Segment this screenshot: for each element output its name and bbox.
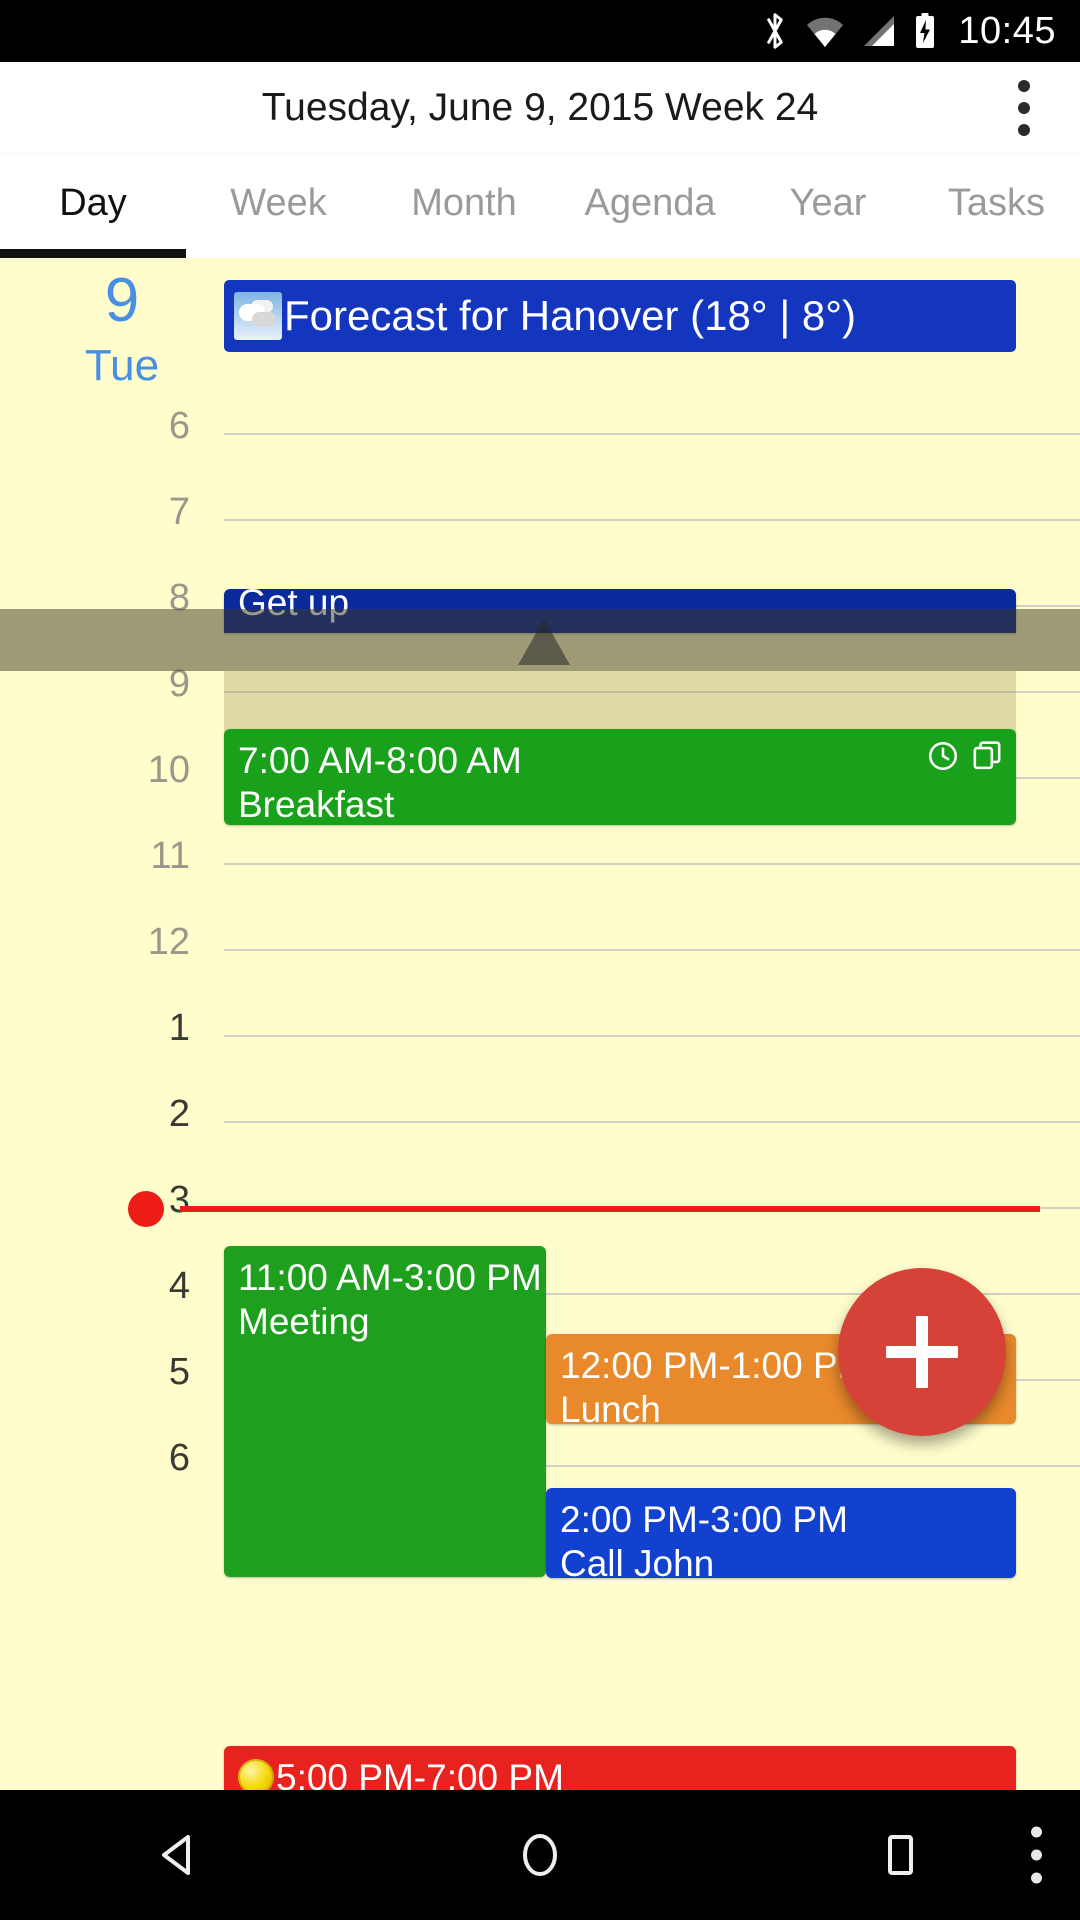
event-time: 7:00 AM-8:00 AM bbox=[238, 740, 522, 781]
hour-line bbox=[224, 691, 1080, 693]
tab-tasks[interactable]: Tasks bbox=[913, 154, 1080, 258]
cellular-signal-icon bbox=[860, 14, 898, 48]
current-time-dot bbox=[128, 1191, 164, 1227]
hour-label: 8 bbox=[168, 577, 190, 619]
hour-label: 6 bbox=[168, 1437, 190, 1479]
event-title: Get up bbox=[238, 589, 350, 623]
hour-line bbox=[224, 433, 1080, 435]
status-bar-clock: 10:45 bbox=[958, 10, 1056, 52]
medal-icon bbox=[238, 1759, 274, 1790]
hour-label: 11 bbox=[150, 835, 190, 877]
hour-label: 12 bbox=[147, 921, 190, 963]
hour-label: 10 bbox=[147, 749, 190, 791]
overflow-menu-icon[interactable] bbox=[994, 70, 1054, 146]
event-badges bbox=[926, 739, 1004, 778]
weather-cloudy-icon bbox=[234, 292, 282, 340]
event-meeting[interactable]: 11:00 AM-3:00 PM Meeting bbox=[224, 1246, 546, 1577]
tab-month[interactable]: Month bbox=[371, 154, 557, 258]
day-view: 9 Tue Forecast for Hanover (18° | 8°) 6 … bbox=[0, 258, 1080, 1790]
event-sport[interactable]: 5:00 PM-7:00 PM Sport bbox=[224, 1746, 1016, 1790]
add-event-icon-v bbox=[916, 1316, 928, 1388]
hour-label: 3 bbox=[168, 1179, 190, 1221]
current-time-line bbox=[180, 1206, 1040, 1212]
tab-agenda[interactable]: Agenda bbox=[557, 154, 743, 258]
hour-grid[interactable]: 6 7 8 9 10 11 12 1 2 3 4 5 6 Get up 7:00… bbox=[0, 407, 1080, 1790]
add-event-fab[interactable] bbox=[838, 1268, 1006, 1436]
status-bar: 10:45 bbox=[0, 0, 1080, 62]
wifi-icon bbox=[804, 14, 846, 48]
repeat-event-icon bbox=[970, 739, 1004, 778]
event-breakfast[interactable]: 7:00 AM-8:00 AM Breakfast bbox=[224, 729, 1016, 825]
battery-charging-icon bbox=[912, 12, 938, 50]
bluetooth-icon bbox=[760, 11, 790, 51]
event-title: Meeting bbox=[238, 1301, 370, 1342]
event-title: Breakfast bbox=[238, 784, 395, 825]
home-icon[interactable] bbox=[360, 1790, 720, 1920]
hour-label: 5 bbox=[168, 1351, 190, 1393]
event-time: 5:00 PM-7:00 PM bbox=[238, 1756, 1002, 1790]
nav-overflow-icon[interactable] bbox=[1031, 1826, 1042, 1884]
tab-day[interactable]: Day bbox=[0, 154, 186, 258]
event-get-up[interactable]: Get up bbox=[224, 589, 1016, 633]
event-time: 11:00 AM-3:00 PM bbox=[238, 1257, 542, 1298]
event-call-john[interactable]: 2:00 PM-3:00 PM Call John bbox=[546, 1488, 1016, 1578]
hour-label: 2 bbox=[168, 1093, 190, 1135]
tab-year[interactable]: Year bbox=[743, 154, 913, 258]
app-bar: Tuesday, June 9, 2015 Week 24 bbox=[0, 62, 1080, 154]
forecast-label: Forecast for Hanover (18° | 8°) bbox=[284, 292, 857, 339]
event-time: 2:00 PM-3:00 PM bbox=[560, 1499, 848, 1540]
hour-line bbox=[224, 863, 1080, 865]
weather-forecast-chip[interactable]: Forecast for Hanover (18° | 8°) bbox=[224, 280, 1016, 352]
day-number: 9 bbox=[104, 266, 140, 335]
hour-line bbox=[224, 1035, 1080, 1037]
recents-icon[interactable] bbox=[720, 1790, 1080, 1920]
hour-label: 4 bbox=[168, 1265, 190, 1307]
page-title: Tuesday, June 9, 2015 Week 24 bbox=[261, 86, 819, 129]
event-title: Call John bbox=[560, 1543, 715, 1578]
tab-week[interactable]: Week bbox=[186, 154, 371, 258]
android-navigation-bar bbox=[0, 1790, 1080, 1920]
hour-label: 9 bbox=[168, 663, 190, 705]
hour-label: 6 bbox=[168, 405, 190, 447]
back-icon[interactable] bbox=[0, 1790, 360, 1920]
day-weekday: Tue bbox=[84, 341, 160, 390]
current-time-marker bbox=[0, 1191, 1080, 1227]
event-time-text: 5:00 PM-7:00 PM bbox=[276, 1757, 564, 1790]
hour-label: 7 bbox=[168, 491, 190, 533]
hour-line bbox=[224, 1121, 1080, 1123]
hour-line bbox=[224, 949, 1080, 951]
view-tab-bar: Day Week Month Agenda Year Tasks bbox=[0, 154, 1080, 258]
hour-line bbox=[224, 519, 1080, 521]
alarm-clock-icon bbox=[926, 739, 960, 778]
hour-label: 1 bbox=[168, 1007, 190, 1049]
